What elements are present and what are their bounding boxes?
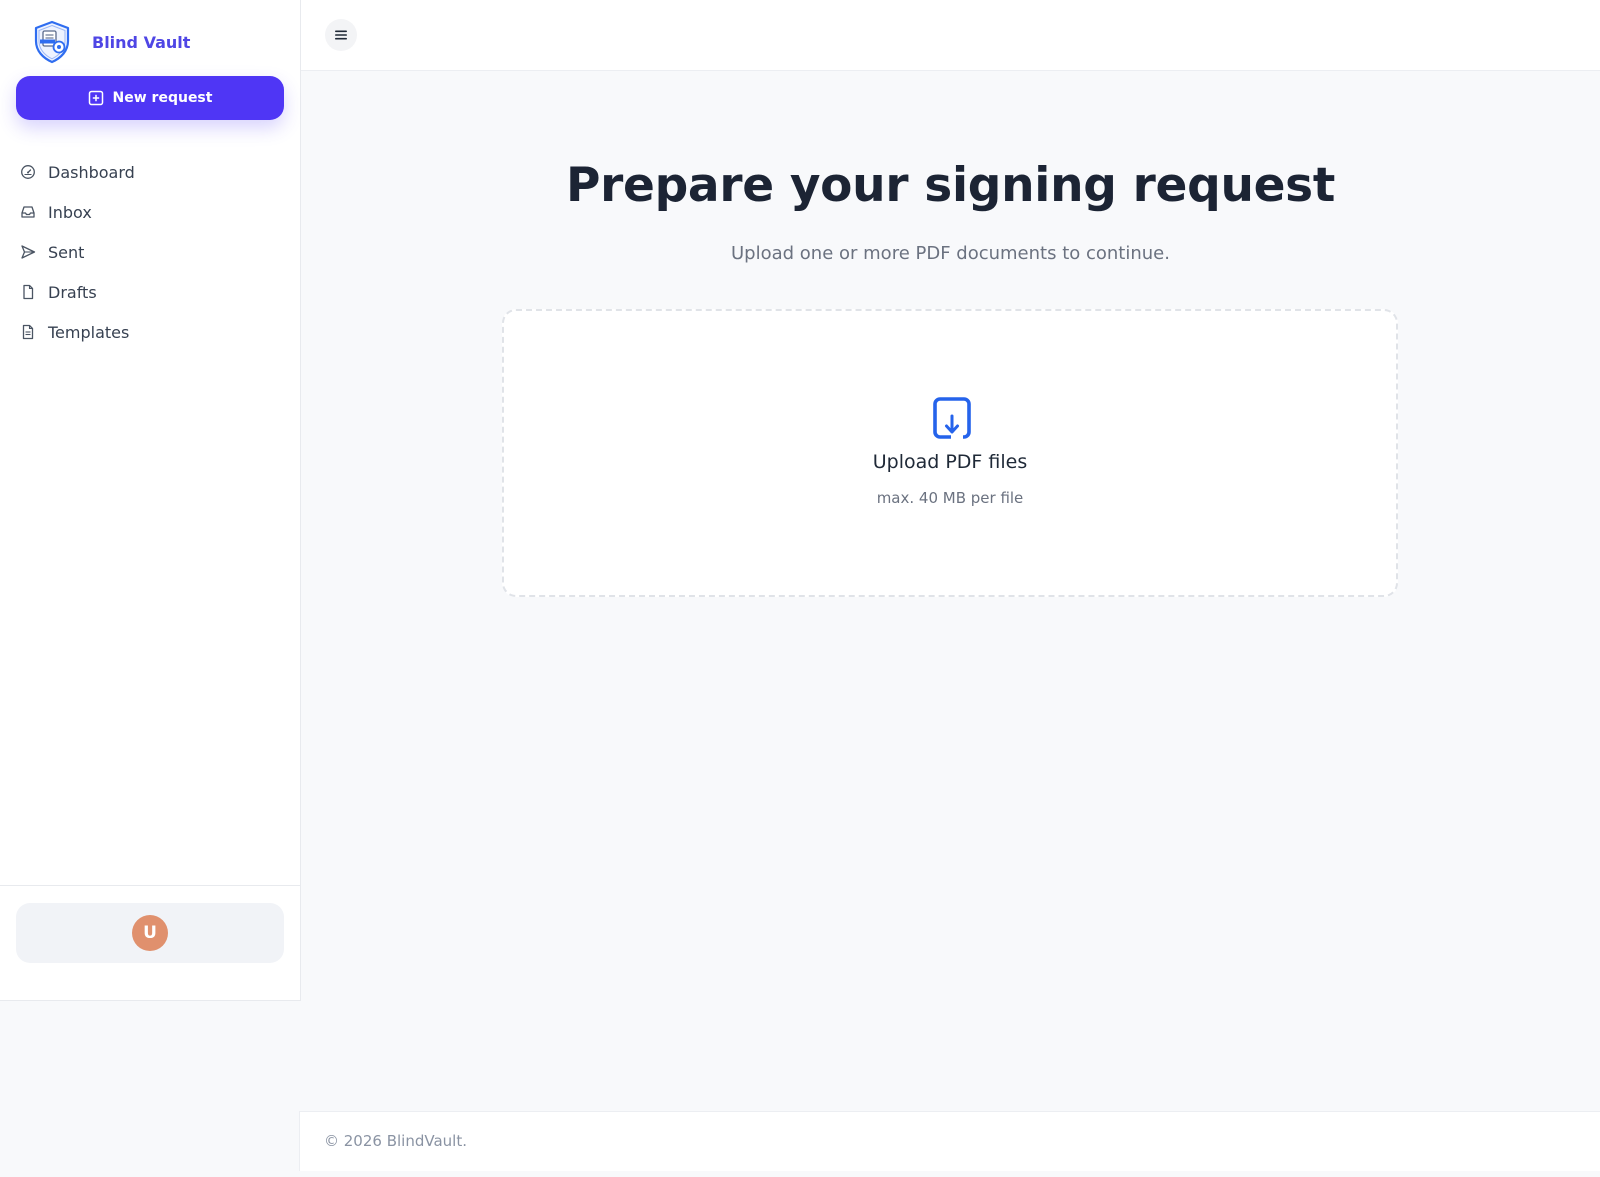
gauge-icon — [21, 165, 35, 179]
app-name: Blind Vault — [92, 32, 191, 52]
upload-size-hint: max. 40 MB per file — [876, 489, 1024, 507]
sidebar-item-sent[interactable]: Sent — [0, 232, 300, 272]
pdf-upload-dropzone[interactable]: Upload PDF files max. 40 MB per file — [502, 309, 1398, 597]
sidebar-nav: Dashboard Inbox Sent Drafts Templates — [0, 152, 300, 352]
menu-toggle-button[interactable] — [325, 19, 357, 51]
sidebar-item-dashboard[interactable]: Dashboard — [0, 152, 300, 192]
page-title: Prepare your signing request — [565, 158, 1336, 213]
hamburger-menu-icon — [335, 30, 347, 40]
sidebar-item-templates[interactable]: Templates — [0, 312, 300, 352]
sidebar-item-inbox[interactable]: Inbox — [0, 192, 300, 232]
sidebar-item-label: Drafts — [48, 282, 97, 302]
avatar: U — [132, 915, 168, 951]
page-subtitle: Upload one or more PDF documents to cont… — [731, 243, 1170, 264]
sidebar-item-label: Templates — [48, 322, 130, 342]
file-text-icon — [22, 324, 34, 340]
sidebar-item-label: Sent — [48, 242, 85, 262]
plus-square-icon — [88, 90, 103, 106]
copyright-text: © 2026 BlindVault. — [324, 1132, 467, 1150]
inbox-icon — [21, 206, 35, 218]
shield-document-icon — [34, 20, 70, 64]
sidebar-item-label: Dashboard — [48, 162, 135, 182]
new-request-label: New request — [112, 90, 213, 106]
file-download-icon — [933, 397, 971, 441]
sidebar: Blind Vault New request Dashboard Inbox — [0, 0, 301, 1001]
new-request-button[interactable]: New request — [16, 76, 284, 120]
sidebar-item-drafts[interactable]: Drafts — [0, 272, 300, 312]
topbar — [301, 0, 1600, 71]
sidebar-item-label: Inbox — [48, 202, 92, 222]
page-footer: © 2026 BlindVault. — [299, 1111, 1600, 1171]
sidebar-footer: U — [0, 885, 300, 1001]
upload-title: Upload PDF files — [872, 451, 1028, 473]
send-icon — [21, 245, 36, 259]
brand[interactable]: Blind Vault — [32, 20, 190, 64]
user-menu-button[interactable]: U — [16, 903, 284, 963]
file-icon — [23, 284, 34, 300]
